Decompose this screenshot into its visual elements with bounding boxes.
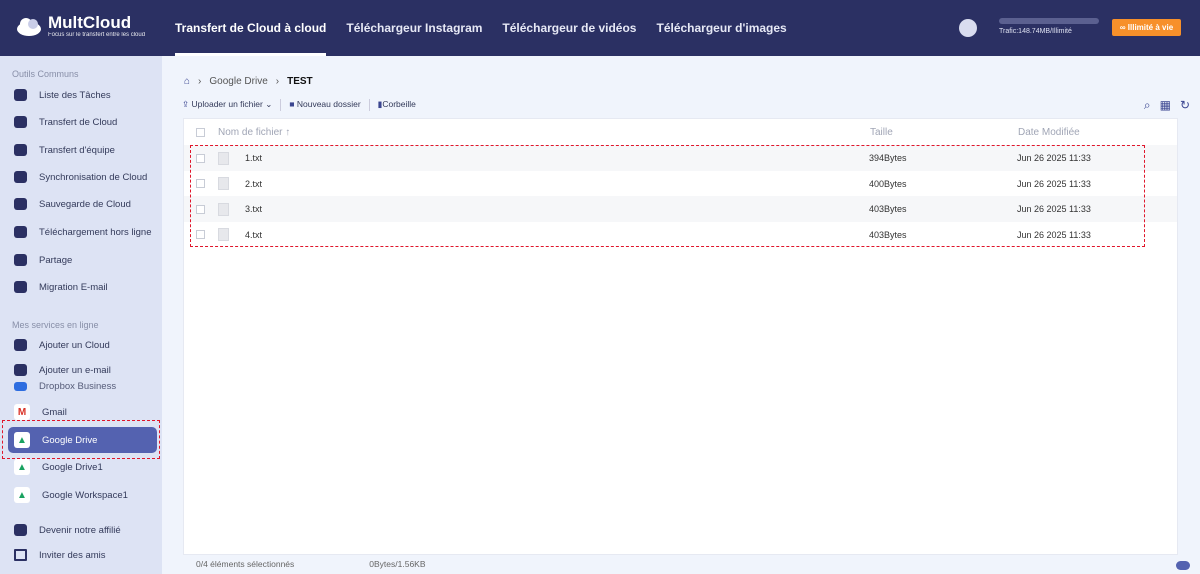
people-icon (14, 524, 27, 536)
label: Dropbox Business (39, 380, 117, 392)
label: Synchronisation de Cloud (39, 171, 148, 183)
email-icon (14, 281, 27, 293)
add-cloud-icon (14, 339, 27, 351)
grid-view-icon[interactable]: ▦ (1160, 98, 1171, 113)
sidebar: Outils Communs Liste des Tâches Transfer… (0, 56, 162, 574)
sidebar-item-team-transfer[interactable]: Transfert d'équipe (14, 139, 115, 161)
sidebar-item-share[interactable]: Partage (14, 249, 72, 271)
selection-count: 0/4 éléments sélectionnés (196, 559, 295, 569)
section-title: Mes services en ligne (12, 320, 99, 330)
column-size[interactable]: Taille (870, 127, 1018, 138)
cloud-logo-icon (17, 18, 41, 36)
sidebar-item-email-migration[interactable]: Migration E-mail (14, 276, 108, 298)
trash-button[interactable]: ▮Corbeille (378, 99, 416, 111)
nav-images[interactable]: Téléchargeur d'images (656, 0, 786, 56)
traffic-text: Trafic:148.74MB/Illimité (999, 28, 1072, 35)
cloud-transfer-icon (14, 116, 27, 128)
nav-cloud-transfer[interactable]: Transfert de Cloud à cloud (175, 0, 327, 56)
cloud-icon[interactable] (1176, 561, 1190, 570)
label: Partage (39, 254, 73, 266)
external-link-icon (14, 549, 27, 561)
upgrade-label: Illimité à vie (1127, 23, 1174, 32)
sidebar-item-cloud-transfer[interactable]: Transfert de Cloud (14, 111, 117, 133)
label: Gmail (42, 406, 67, 418)
label: Google Drive1 (42, 461, 103, 473)
label: Liste des Tâches (39, 89, 111, 101)
highlight-box (190, 145, 1145, 247)
label: Téléchargement hors ligne (39, 226, 152, 238)
breadcrumb-current: TEST (287, 76, 313, 87)
backup-icon (14, 198, 27, 210)
chevron-right-icon: › (198, 76, 202, 87)
chevron-right-icon: › (275, 76, 280, 87)
dropbox-icon (14, 381, 27, 391)
sidebar-item-invite[interactable]: Inviter des amis (14, 544, 106, 566)
label: Migration E-mail (39, 281, 108, 293)
upload-button[interactable]: ⇪ Uploader un fichier ⌄ (182, 99, 272, 111)
label: Ajouter un e-mail (39, 364, 111, 376)
label: Google Workspace1 (42, 489, 128, 501)
breadcrumb-google-drive[interactable]: Google Drive (209, 76, 267, 87)
sidebar-item-tasks[interactable]: Liste des Tâches (14, 84, 111, 106)
refresh-icon[interactable]: ↻ (1180, 98, 1190, 113)
sidebar-item-google-drive1[interactable]: ▲ Google Drive1 (14, 456, 103, 478)
nav-video[interactable]: Téléchargeur de vidéos (502, 0, 636, 56)
sidebar-item-affiliate[interactable]: Devenir notre affilié (14, 519, 121, 541)
sidebar-item-backup[interactable]: Sauvegarde de Cloud (14, 193, 131, 215)
label: Transfert de Cloud (39, 116, 118, 128)
label: Devenir notre affilié (39, 524, 121, 536)
sidebar-item-dropbox-business[interactable]: Dropbox Business (14, 379, 116, 393)
label: Corbeille (382, 99, 416, 109)
share-icon (14, 254, 27, 266)
sort-up-icon: ↑ (285, 126, 291, 138)
add-email-icon (14, 364, 27, 376)
gmail-icon: M (14, 404, 30, 420)
label: Nom de fichier (218, 126, 283, 138)
size-summary: 0Bytes/1.56KB (369, 559, 426, 569)
home-icon[interactable]: ⌂ (184, 76, 190, 87)
label: Inviter des amis (39, 549, 106, 561)
grid-icon (14, 89, 27, 101)
label: Ajouter un Cloud (39, 339, 110, 351)
highlight-box (2, 420, 160, 459)
sidebar-item-sync[interactable]: Synchronisation de Cloud (14, 166, 147, 188)
sidebar-item-add-cloud[interactable]: Ajouter un Cloud (14, 334, 110, 356)
label: Sauvegarde de Cloud (39, 198, 131, 210)
main-content: ⌂ › Google Drive › TEST ⇪ Uploader un fich… (162, 56, 1200, 574)
breadcrumb: ⌂ › Google Drive › TEST (184, 76, 313, 87)
top-header: MultCloud Focus sur le transfert entre le… (0, 0, 1200, 56)
sidebar-item-add-email[interactable]: Ajouter un e-mail (14, 359, 111, 381)
nav-instagram[interactable]: Téléchargeur Instagram (346, 0, 482, 56)
sidebar-item-google-workspace1[interactable]: ▲ Google Workspace1 (14, 484, 128, 506)
label: Nouveau dossier (296, 99, 361, 109)
upgrade-button[interactable]: ∞ Illimité à vie (1112, 19, 1181, 36)
column-name[interactable]: Nom de fichier ↑ (218, 127, 870, 138)
user-avatar-icon[interactable] (959, 19, 977, 37)
label: Uploader un fichier (191, 99, 263, 109)
search-icon[interactable]: ⌕ (1144, 98, 1151, 113)
label: Transfert d'équipe (39, 144, 115, 156)
select-all-checkbox[interactable] (196, 127, 205, 137)
new-folder-button[interactable]: ■ Nouveau dossier (289, 99, 360, 111)
folder-plus-icon: ■ (289, 99, 295, 109)
google-workspace-icon: ▲ (14, 487, 30, 503)
tagline: Focus sur le transfert entre les cloud (48, 32, 146, 38)
logo-text: MultCloud (48, 13, 132, 32)
sync-icon (14, 171, 27, 183)
traffic-bar (999, 18, 1099, 24)
logo[interactable]: MultCloud Focus sur le transfert entre le… (16, 14, 145, 38)
sidebar-item-offline-download[interactable]: Téléchargement hors ligne (14, 221, 151, 243)
column-date[interactable]: Date Modifiée (1018, 127, 1080, 138)
section-title: Outils Communs (12, 69, 79, 79)
google-drive-icon: ▲ (14, 459, 30, 475)
download-icon (14, 226, 27, 238)
table-header: Nom de fichier ↑ Taille Date Modifiée (184, 119, 1177, 145)
team-transfer-icon (14, 144, 27, 156)
upload-icon: ⇪ (182, 99, 190, 109)
